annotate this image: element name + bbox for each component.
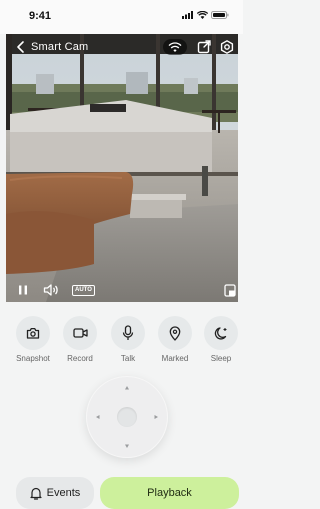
page-title: Smart Cam [31, 41, 89, 53]
quality-auto-button[interactable]: AUTO [72, 285, 95, 296]
battery-icon [211, 11, 229, 19]
arrow-right-icon[interactable] [153, 414, 159, 420]
camera-icon [26, 327, 40, 339]
talk-button[interactable]: Talk [106, 316, 150, 372]
playback-button[interactable]: Playback [100, 477, 239, 509]
marked-button[interactable]: Marked [153, 316, 197, 372]
wifi-icon [168, 42, 182, 52]
share-icon[interactable] [196, 39, 212, 55]
microphone-icon [122, 325, 134, 340]
camera-feed-image [6, 34, 238, 302]
sleep-button[interactable]: Sleep [199, 316, 243, 372]
video-controls-bar: AUTO [6, 279, 238, 301]
arrow-down-icon[interactable] [124, 443, 130, 449]
status-icons [182, 11, 229, 19]
events-button[interactable]: Events [16, 477, 94, 509]
snapshot-circle [16, 316, 50, 350]
wifi-signal-badge [163, 39, 187, 55]
fullscreen-icon[interactable] [224, 284, 236, 297]
ptz-direction-pad[interactable] [86, 376, 168, 458]
talk-circle [111, 316, 145, 350]
status-time: 9:41 [29, 10, 52, 22]
video-top-bar: Smart Cam [6, 34, 238, 62]
speaker-icon[interactable] [43, 283, 59, 297]
ptz-center-button[interactable] [117, 407, 137, 427]
playback-label: Playback [147, 487, 192, 499]
action-row: Snapshot Record Talk Marked Sleep [0, 316, 243, 372]
moon-icon [214, 326, 226, 340]
marked-circle [158, 316, 192, 350]
bell-icon [30, 487, 42, 500]
arrow-up-icon[interactable] [124, 385, 130, 391]
cellular-signal-icon [182, 11, 193, 19]
settings-gear-icon[interactable] [219, 39, 235, 55]
pause-icon[interactable] [17, 284, 29, 296]
back-arrow-icon[interactable] [13, 39, 29, 55]
live-video-view[interactable]: Smart Cam AUTO [6, 34, 238, 302]
location-pin-icon [169, 325, 181, 341]
sleep-label: Sleep [210, 354, 232, 363]
sleep-circle [204, 316, 238, 350]
video-icon [72, 328, 88, 338]
status-bar: 9:41 [0, 0, 243, 34]
record-circle [63, 316, 97, 350]
events-label: Events [46, 487, 81, 499]
wifi-status-icon [197, 11, 208, 19]
arrow-left-icon[interactable] [95, 414, 101, 420]
record-button[interactable]: Record [58, 316, 102, 372]
snapshot-button[interactable]: Snapshot [11, 316, 55, 372]
